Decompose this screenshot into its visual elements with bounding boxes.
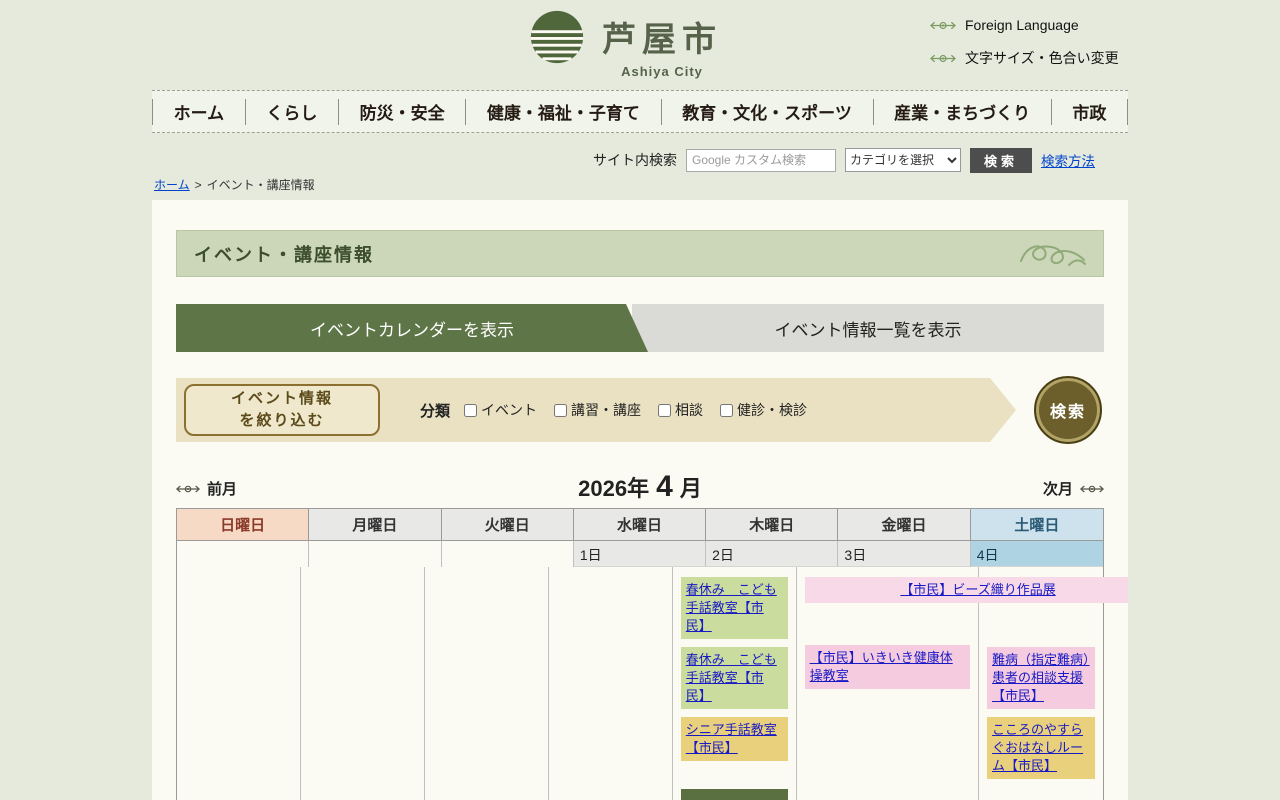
foreign-language-link[interactable]: Foreign Language — [930, 14, 1119, 36]
narrow-events-line1: イベント情報 — [231, 388, 333, 410]
date-cell-tuesday — [442, 541, 574, 567]
checkbox-consultation-label: 相談 — [675, 400, 703, 420]
breadcrumb-separator: > — [195, 178, 202, 192]
checkbox-event-label: イベント — [481, 400, 537, 420]
checkbox-consultation-input[interactable] — [658, 404, 671, 417]
date-cell-wednesday: 1日 — [574, 541, 706, 567]
event-link[interactable]: 春休み こども手話教室【市民】 — [681, 577, 788, 639]
event-link[interactable]: こころのやすらぐおはなしルーム【市民】 — [987, 717, 1095, 779]
main-panel: イベント・講座情報 イベント情報一覧を表示 イベントカレンダーを表示 イベント情… — [152, 200, 1128, 800]
day-column-tuesday — [425, 567, 549, 800]
event-link[interactable]: 春休み こども手話教室【市民】 — [681, 647, 788, 709]
day-column-monday — [301, 567, 425, 800]
site-search-input[interactable] — [686, 149, 836, 172]
next-month-label: 次月 — [1043, 478, 1073, 499]
tab-event-list[interactable]: イベント情報一覧を表示 — [632, 304, 1104, 352]
tab-event-calendar[interactable]: イベントカレンダーを表示 — [176, 304, 648, 352]
checkbox-consultation[interactable]: 相談 — [658, 400, 703, 420]
narrow-events-line2: を絞り込む — [239, 410, 324, 432]
breadcrumb: ホーム > イベント・講座情報 — [154, 176, 315, 193]
nav-item-kenkou[interactable]: 健康・福祉・子育て — [466, 99, 660, 124]
weekday-monday: 月曜日 — [309, 509, 441, 540]
category-options: イベント 講習・講座 相談 健診・検診 — [464, 400, 807, 420]
calendar-month-title: 2026年 4 月 — [176, 470, 1104, 504]
day-column-sunday — [177, 567, 301, 800]
nav-item-bousai[interactable]: 防災・安全 — [339, 99, 465, 124]
calendar-month-number: 4 — [656, 470, 673, 504]
foreign-language-label: Foreign Language — [965, 17, 1079, 33]
event-link[interactable]: 難病（指定難病）患者の相談支援【市民】 — [987, 647, 1095, 709]
next-arrow-icon — [1080, 483, 1104, 495]
category-select[interactable]: カテゴリを選択 — [845, 148, 961, 172]
calendar-body: 春休み こども手話教室【市民】 春休み こども手話教室【市民】 シニア手話教室【… — [177, 567, 1103, 800]
event-link-multiday[interactable]: 【市民】ビーズ織り作品展 — [805, 577, 1128, 603]
checkbox-checkup[interactable]: 健診・検診 — [720, 400, 807, 420]
main-navigation: ホーム くらし 防災・安全 健康・福祉・子育て 教育・文化・スポーツ 産業・まち… — [152, 90, 1128, 133]
search-help-link[interactable]: 検索方法 — [1041, 150, 1095, 170]
checkbox-event-input[interactable] — [464, 404, 477, 417]
decorative-flourish-icon — [1017, 237, 1089, 271]
day-column-friday: 【市民】ビーズ織り作品展 【市民】いきいき健康体操教室 — [797, 567, 979, 800]
date-cell-friday: 3日 — [838, 541, 970, 567]
flourish-icon — [930, 19, 956, 32]
breadcrumb-home-link[interactable]: ホーム — [154, 176, 190, 193]
calendar-navigation: 前月 2026年 4 月 次月 — [176, 470, 1104, 506]
category-filter-label: 分類 — [420, 400, 450, 421]
date-cell-sunday — [177, 541, 309, 567]
event-calendar: 日曜日 月曜日 火曜日 水曜日 木曜日 金曜日 土曜日 1日 2日 3日 4日 — [176, 508, 1104, 800]
nav-item-sangyou[interactable]: 産業・まちづくり — [874, 99, 1051, 124]
header-utility-links: Foreign Language 文字サイズ・色合い変更 — [930, 14, 1119, 80]
nav-divider — [1127, 99, 1128, 125]
weekday-saturday: 土曜日 — [971, 509, 1103, 540]
next-month-link[interactable]: 次月 — [1043, 478, 1104, 499]
event-item-partial[interactable] — [681, 789, 788, 800]
weekday-thursday: 木曜日 — [706, 509, 838, 540]
flourish-icon — [930, 52, 956, 65]
nav-item-home[interactable]: ホーム — [153, 99, 245, 124]
calendar-weekday-header: 日曜日 月曜日 火曜日 水曜日 木曜日 金曜日 土曜日 — [177, 508, 1103, 541]
checkbox-course-label: 講習・講座 — [571, 400, 641, 420]
text-size-color-link[interactable]: 文字サイズ・色合い変更 — [930, 47, 1119, 69]
text-size-color-label: 文字サイズ・色合い変更 — [965, 48, 1119, 68]
weekday-wednesday: 水曜日 — [574, 509, 706, 540]
checkbox-course[interactable]: 講習・講座 — [554, 400, 641, 420]
nav-item-kurashi[interactable]: くらし — [246, 99, 338, 124]
weekday-sunday: 日曜日 — [177, 509, 309, 540]
nav-item-kyouiku[interactable]: 教育・文化・スポーツ — [662, 99, 873, 124]
date-cell-thursday: 2日 — [706, 541, 838, 567]
date-cell-monday — [309, 541, 441, 567]
calendar-month-unit: 月 — [680, 471, 702, 503]
checkbox-checkup-label: 健診・検診 — [737, 400, 807, 420]
site-search-label: サイト内検索 — [593, 150, 677, 170]
checkbox-event[interactable]: イベント — [464, 400, 537, 420]
day-column-wednesday — [549, 567, 673, 800]
day-column-thursday: 春休み こども手話教室【市民】 春休み こども手話教室【市民】 シニア手話教室【… — [673, 567, 797, 800]
checkbox-checkup-input[interactable] — [720, 404, 733, 417]
event-link[interactable]: シニア手話教室【市民】 — [681, 717, 788, 761]
breadcrumb-current: イベント・講座情報 — [207, 176, 315, 193]
filter-bar: イベント情報 を絞り込む 分類 イベント 講習・講座 相談 — [176, 378, 1016, 442]
filter-search-button[interactable]: 検索 — [1034, 376, 1102, 444]
city-name-en: Ashiya City — [602, 64, 722, 79]
narrow-events-button[interactable]: イベント情報 を絞り込む — [184, 384, 380, 436]
checkbox-course-input[interactable] — [554, 404, 567, 417]
view-tabs: イベント情報一覧を表示 イベントカレンダーを表示 — [176, 304, 1104, 352]
calendar-year: 2026年 — [578, 471, 649, 503]
site-title: 芦屋市 Ashiya City — [602, 12, 722, 79]
weekday-friday: 金曜日 — [838, 509, 970, 540]
page-title-banner: イベント・講座情報 — [176, 230, 1104, 277]
city-logo-icon — [528, 8, 586, 66]
weekday-tuesday: 火曜日 — [442, 509, 574, 540]
calendar-date-row: 1日 2日 3日 4日 — [177, 541, 1103, 567]
date-cell-saturday: 4日 — [971, 541, 1103, 567]
event-link[interactable]: 【市民】いきいき健康体操教室 — [805, 645, 970, 689]
city-name: 芦屋市 — [602, 12, 722, 61]
page-title: イベント・講座情報 — [177, 241, 1017, 267]
nav-item-shisei[interactable]: 市政 — [1052, 99, 1127, 124]
site-search: サイト内検索 カテゴリを選択 検索 検索方法 — [593, 147, 1095, 173]
event-filter: イベント情報 を絞り込む 分類 イベント 講習・講座 相談 — [176, 376, 1104, 444]
site-search-button[interactable]: 検索 — [970, 148, 1032, 173]
